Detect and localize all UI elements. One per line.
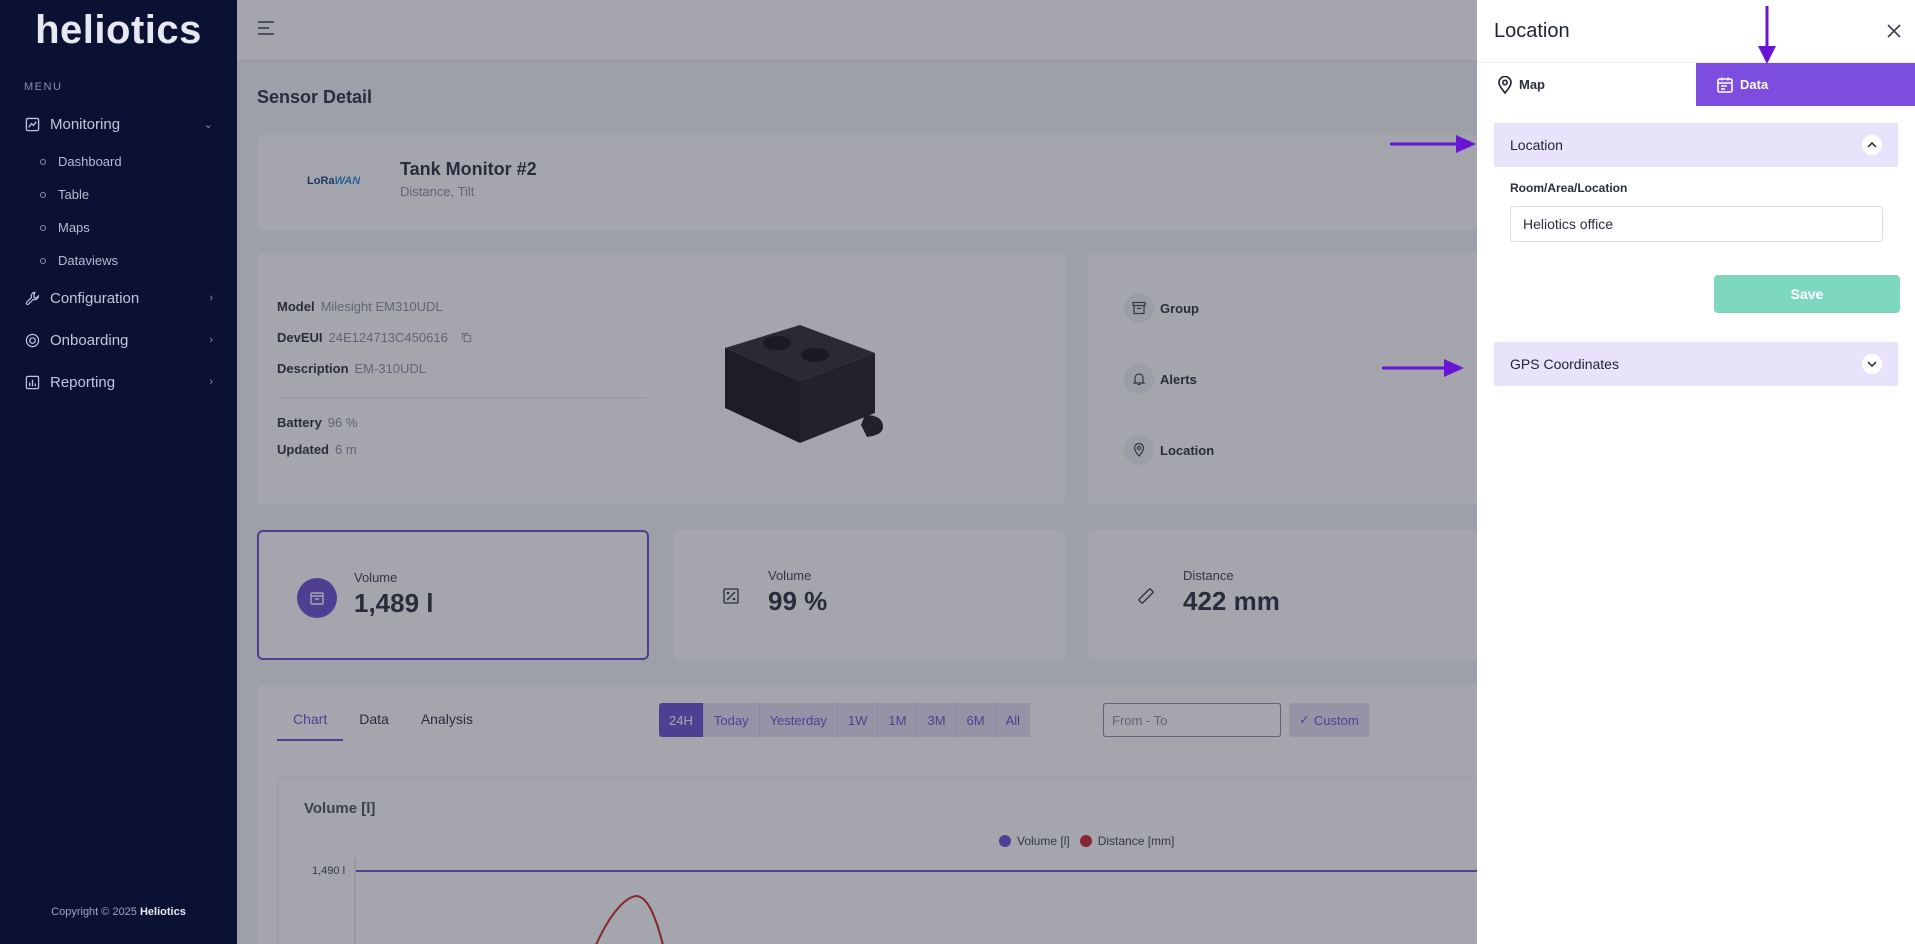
tab-data[interactable]: Data <box>1696 63 1915 106</box>
location-accordion: Location <box>1494 123 1898 167</box>
drawer-title: Location <box>1494 20 1570 42</box>
calendar-icon <box>1716 76 1734 94</box>
chart-box-icon <box>24 116 40 132</box>
location-accordion-body: Room/Area/Location Save <box>1494 167 1900 342</box>
map-pin-icon <box>1497 75 1513 94</box>
save-button[interactable]: Save <box>1714 275 1900 313</box>
sidebar-subitem-dataviews[interactable]: Dataviews <box>0 244 237 277</box>
sidebar-subitem-label: Maps <box>58 220 90 235</box>
annotation-arrow-right-icon <box>1382 359 1464 377</box>
gps-accordion: GPS Coordinates <box>1494 342 1898 386</box>
sidebar-item-reporting[interactable]: Reporting › <box>0 361 237 403</box>
tab-map[interactable]: Map <box>1477 63 1696 106</box>
chevron-right-icon: › <box>209 334 213 346</box>
bullet-icon <box>40 257 46 264</box>
menu-label: MENU <box>24 81 63 93</box>
sidebar-subitem-maps[interactable]: Maps <box>0 211 237 244</box>
tab-map-label: Map <box>1519 77 1545 92</box>
wrench-icon <box>24 290 40 306</box>
onboarding-icon <box>24 332 40 348</box>
chevron-down-icon: ⌄ <box>203 118 213 131</box>
sidebar-subitem-table[interactable]: Table <box>0 178 237 211</box>
heliotics-logo[interactable]: heliotics <box>0 0 237 61</box>
location-drawer: Location Map Data Location Room/Area/Loc… <box>1477 0 1915 944</box>
sidebar-item-label: Reporting <box>50 373 116 391</box>
tab-data-label: Data <box>1740 77 1769 92</box>
copyright-brand: Heliotics <box>139 906 186 918</box>
sidebar-item-label: Onboarding <box>50 331 129 349</box>
chevron-right-icon: › <box>209 292 213 304</box>
annotation-arrow-down-icon <box>1758 6 1776 64</box>
copyright: Copyright © 2025 Heliotics <box>0 906 237 918</box>
bullet-icon <box>40 224 46 231</box>
sidebar-item-configuration[interactable]: Configuration › <box>0 277 237 319</box>
sidebar-item-label: Configuration <box>50 289 140 307</box>
annotation-arrow-right-icon <box>1390 135 1476 153</box>
sidebar-subitem-label: Dashboard <box>58 154 122 169</box>
sidebar-subitem-dashboard[interactable]: Dashboard <box>0 145 237 178</box>
chevron-down-icon <box>1862 354 1882 374</box>
gps-accordion-header[interactable]: GPS Coordinates <box>1494 342 1898 386</box>
close-button[interactable] <box>1885 22 1903 40</box>
sidebar-item-onboarding[interactable]: Onboarding › <box>0 319 237 361</box>
sidebar-subitem-label: Dataviews <box>58 253 118 268</box>
sidebar: heliotics MENU Monitoring ⌄ Dashboard Ta… <box>0 0 237 944</box>
room-area-location-label: Room/Area/Location <box>1510 181 1628 195</box>
chevron-right-icon: › <box>209 376 213 388</box>
copyright-text: Copyright © 2025 <box>51 906 137 918</box>
report-chart-icon <box>24 374 40 390</box>
close-icon <box>1887 24 1901 38</box>
accordion-title: Location <box>1510 137 1563 153</box>
accordion-title: GPS Coordinates <box>1510 356 1619 372</box>
sidebar-subitem-label: Table <box>58 187 90 202</box>
bullet-icon <box>40 158 46 165</box>
chevron-up-icon <box>1862 135 1882 155</box>
location-accordion-header[interactable]: Location <box>1494 123 1898 167</box>
sidebar-item-label: Monitoring <box>50 115 121 133</box>
sidebar-item-monitoring[interactable]: Monitoring ⌄ <box>0 103 237 145</box>
drawer-tabs: Map Data <box>1477 62 1915 106</box>
bullet-icon <box>40 191 46 198</box>
room-area-location-input[interactable] <box>1510 206 1883 242</box>
